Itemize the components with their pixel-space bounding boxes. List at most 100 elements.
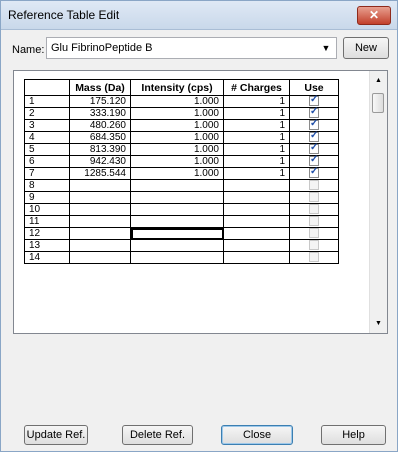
- cell-intensity[interactable]: [130, 227, 224, 240]
- cell-use: [289, 203, 339, 216]
- cell-mass[interactable]: [69, 251, 131, 264]
- help-label: Help: [342, 429, 365, 441]
- cell-intensity[interactable]: [130, 191, 224, 204]
- use-checkbox[interactable]: [309, 142, 319, 155]
- cell-intensity[interactable]: 1.000: [130, 167, 224, 180]
- cell-mass[interactable]: [69, 239, 131, 252]
- table-row[interactable]: 6 942.430 1.000 1: [24, 154, 339, 168]
- close-icon: ✕: [368, 8, 380, 22]
- delete-ref-button[interactable]: Delete Ref.: [122, 425, 193, 445]
- cell-charges[interactable]: [223, 215, 290, 228]
- name-label: Name:: [12, 44, 45, 56]
- cell-mass[interactable]: 175.120: [69, 95, 131, 108]
- cell-mass[interactable]: [69, 179, 131, 192]
- cell-intensity[interactable]: [130, 179, 224, 192]
- close-button[interactable]: Close: [221, 425, 293, 445]
- table-row[interactable]: 3 480.260 1.000 1: [24, 118, 339, 132]
- name-combobox-value: Glu FibrinoPeptide B: [51, 42, 153, 54]
- use-checkbox[interactable]: [309, 154, 319, 167]
- cell-charges[interactable]: [223, 251, 290, 264]
- cell-intensity[interactable]: 1.000: [130, 107, 224, 120]
- table-row[interactable]: 1 175.120 1.000 1: [24, 94, 339, 108]
- cell-mass[interactable]: 684.350: [69, 131, 131, 144]
- name-combobox[interactable]: Glu FibrinoPeptide B ▼: [46, 37, 337, 59]
- use-checkbox[interactable]: [309, 166, 319, 179]
- use-checkbox[interactable]: [309, 204, 319, 215]
- row-number: 10: [24, 203, 70, 216]
- help-button[interactable]: Help: [321, 425, 386, 445]
- cell-charges[interactable]: [223, 227, 290, 240]
- cell-charges[interactable]: [223, 191, 290, 204]
- column-header-use[interactable]: Use: [289, 79, 339, 96]
- table-row[interactable]: 9: [24, 191, 339, 204]
- cell-intensity[interactable]: [130, 251, 224, 264]
- cell-charges[interactable]: 1: [223, 95, 290, 108]
- use-checkbox[interactable]: [309, 252, 319, 263]
- row-number: 12: [24, 227, 70, 240]
- use-checkbox[interactable]: [309, 228, 319, 239]
- table-row[interactable]: 2 333.190 1.000 1: [24, 106, 339, 120]
- table-row[interactable]: 8: [24, 179, 339, 192]
- window-close-button[interactable]: ✕: [357, 6, 391, 25]
- cell-intensity[interactable]: 1.000: [130, 143, 224, 156]
- update-ref-button[interactable]: Update Ref.: [24, 425, 88, 445]
- cell-intensity[interactable]: 1.000: [130, 131, 224, 144]
- table-row[interactable]: 4 684.350 1.000 1: [24, 130, 339, 144]
- column-header-charges[interactable]: # Charges: [223, 79, 290, 96]
- table-row[interactable]: 13: [24, 239, 339, 252]
- cell-charges[interactable]: 1: [223, 131, 290, 144]
- cell-mass[interactable]: [69, 227, 131, 240]
- new-button[interactable]: New: [343, 37, 389, 59]
- cell-mass[interactable]: 942.430: [69, 155, 131, 168]
- column-header-mass[interactable]: Mass (Da): [69, 79, 131, 96]
- cell-intensity[interactable]: [130, 239, 224, 252]
- cell-charges[interactable]: 1: [223, 155, 290, 168]
- cell-intensity[interactable]: [130, 215, 224, 228]
- use-checkbox[interactable]: [309, 192, 319, 203]
- table-row[interactable]: 14: [24, 251, 339, 264]
- vertical-scrollbar[interactable]: ▲ ▼: [369, 71, 387, 333]
- cell-intensity[interactable]: 1.000: [130, 119, 224, 132]
- cell-charges[interactable]: [223, 179, 290, 192]
- cell-intensity[interactable]: 1.000: [130, 155, 224, 168]
- use-checkbox[interactable]: [309, 216, 319, 227]
- table-row[interactable]: 11: [24, 215, 339, 228]
- cell-mass[interactable]: 813.390: [69, 143, 131, 156]
- cell-charges[interactable]: 1: [223, 143, 290, 156]
- scrollbar-thumb[interactable]: [372, 93, 384, 113]
- column-header-intensity[interactable]: Intensity (cps): [130, 79, 224, 96]
- cell-intensity[interactable]: [130, 203, 224, 216]
- use-checkbox[interactable]: [309, 240, 319, 251]
- cell-mass[interactable]: [69, 215, 131, 228]
- scroll-down-icon[interactable]: ▼: [370, 318, 387, 330]
- cell-intensity[interactable]: 1.000: [130, 95, 224, 108]
- cell-charges[interactable]: 1: [223, 107, 290, 120]
- cell-charges[interactable]: [223, 203, 290, 216]
- row-number: 13: [24, 239, 70, 252]
- table-row[interactable]: 12: [24, 227, 339, 240]
- table-row[interactable]: 10: [24, 203, 339, 216]
- cell-charges[interactable]: 1: [223, 119, 290, 132]
- use-checkbox[interactable]: [309, 180, 319, 191]
- use-checkbox[interactable]: [309, 118, 319, 131]
- cell-mass[interactable]: 480.260: [69, 119, 131, 132]
- reference-grid[interactable]: Mass (Da) Intensity (cps) # Charges Use …: [13, 70, 388, 334]
- cell-use: [289, 179, 339, 192]
- cell-mass[interactable]: [69, 191, 131, 204]
- row-number: 11: [24, 215, 70, 228]
- table-row[interactable]: 7 1285.544 1.000 1: [24, 166, 339, 180]
- scroll-up-icon[interactable]: ▲: [370, 75, 387, 87]
- close-label: Close: [242, 429, 272, 441]
- use-checkbox[interactable]: [309, 130, 319, 143]
- chevron-down-icon[interactable]: ▼: [318, 40, 334, 56]
- use-checkbox[interactable]: [309, 94, 319, 107]
- use-checkbox[interactable]: [309, 106, 319, 119]
- cell-charges[interactable]: [223, 239, 290, 252]
- cell-charges[interactable]: 1: [223, 167, 290, 180]
- cell-mass[interactable]: 333.190: [69, 107, 131, 120]
- cell-mass[interactable]: 1285.544: [69, 167, 131, 180]
- table-row[interactable]: 5 813.390 1.000 1: [24, 142, 339, 156]
- title-bar[interactable]: Reference Table Edit ✕: [1, 1, 397, 30]
- row-number: 14: [24, 251, 70, 264]
- cell-mass[interactable]: [69, 203, 131, 216]
